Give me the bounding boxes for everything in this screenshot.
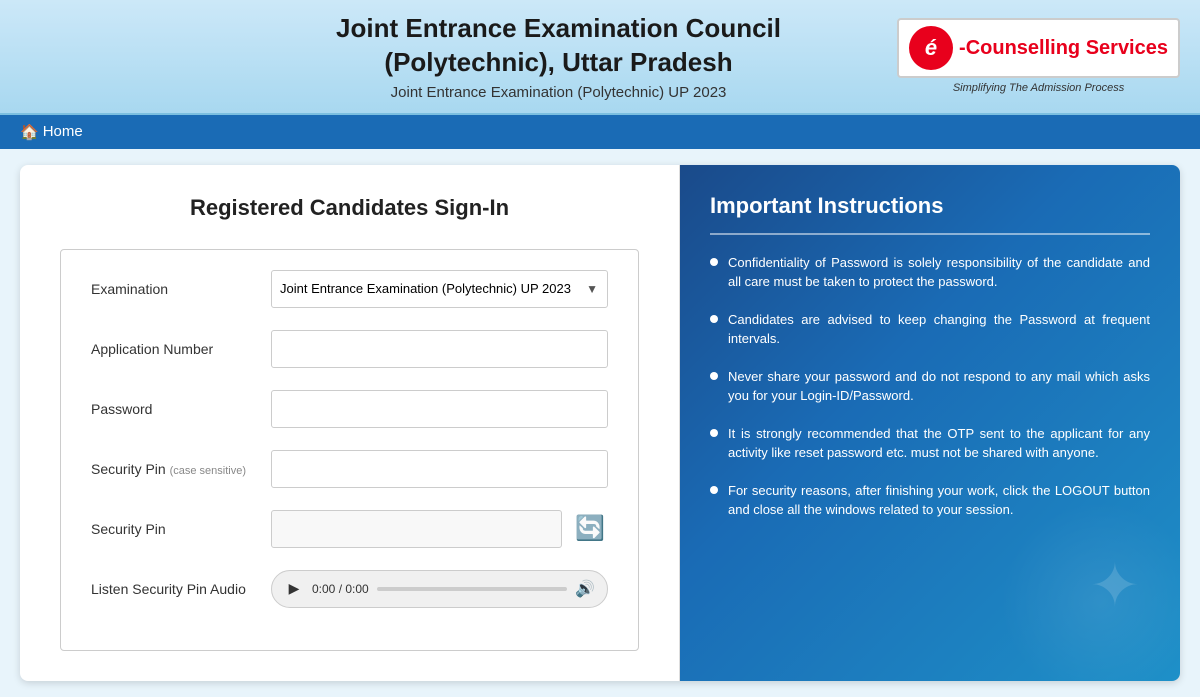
sparkle-decoration: ✦	[1090, 551, 1140, 621]
instructions-list: Confidentiality of Password is solely re…	[710, 253, 1150, 520]
security-pin-image-row: Security Pin 🔄	[91, 510, 608, 548]
application-number-input[interactable]	[271, 330, 608, 368]
instruction-item: Never share your password and do not res…	[710, 367, 1150, 406]
home-label: Home	[43, 123, 83, 140]
password-input[interactable]	[271, 390, 608, 428]
security-pin-input[interactable]	[271, 450, 608, 488]
subtitle: Joint Entrance Examination (Polytechnic)…	[220, 84, 897, 101]
header-title-block: Joint Entrance Examination Council (Poly…	[220, 12, 897, 101]
refresh-icon[interactable]: 🔄	[572, 511, 608, 547]
security-pin-input-row: Security Pin (case sensitive)	[91, 450, 608, 488]
volume-icon[interactable]: 🔊	[575, 579, 595, 599]
main-title: Joint Entrance Examination Council (Poly…	[220, 12, 897, 80]
logo-box: é -Counselling Services	[897, 18, 1180, 78]
signin-panel: Registered Candidates Sign-In Examinatio…	[20, 165, 680, 681]
application-number-row: Application Number	[91, 330, 608, 368]
audio-player: ▶ 0:00 / 0:00 🔊	[271, 570, 608, 608]
instructions-panel: Important Instructions Confidentiality o…	[680, 165, 1180, 681]
instruction-item: For security reasons, after finishing yo…	[710, 481, 1150, 520]
header: Joint Entrance Examination Council (Poly…	[0, 0, 1200, 115]
instruction-item: Confidentiality of Password is solely re…	[710, 253, 1150, 292]
signin-title: Registered Candidates Sign-In	[60, 195, 639, 221]
application-number-label: Application Number	[91, 341, 271, 357]
examination-select[interactable]: Joint Entrance Examination (Polytechnic)…	[271, 270, 608, 308]
nav-bar: 🏠 Home	[0, 115, 1200, 149]
audio-time: 0:00 / 0:00	[312, 582, 369, 596]
logo-icon: é	[909, 26, 953, 70]
listen-label: Listen Security Pin Audio	[91, 581, 271, 597]
home-icon: 🏠	[20, 123, 39, 141]
instruction-item: It is strongly recommended that the OTP …	[710, 424, 1150, 463]
home-link[interactable]: 🏠 Home	[20, 123, 83, 141]
header-logo: é -Counselling Services Simplifying The …	[897, 18, 1180, 94]
security-pin-image-label: Security Pin	[91, 521, 271, 537]
instructions-divider	[710, 233, 1150, 235]
bullet-icon	[710, 429, 718, 437]
instruction-item: Candidates are advised to keep changing …	[710, 310, 1150, 349]
audio-progress-bar[interactable]	[377, 587, 567, 591]
bullet-icon	[710, 258, 718, 266]
security-pin-label: Security Pin (case sensitive)	[91, 461, 271, 477]
password-label: Password	[91, 401, 271, 417]
examination-select-wrapper: Joint Entrance Examination (Polytechnic)…	[271, 270, 608, 308]
main-content: Registered Candidates Sign-In Examinatio…	[0, 149, 1200, 697]
bullet-icon	[710, 315, 718, 323]
examination-label: Examination	[91, 281, 271, 297]
security-pin-image-area: 🔄	[271, 510, 608, 548]
listen-audio-row: Listen Security Pin Audio ▶ 0:00 / 0:00 …	[91, 570, 608, 608]
case-note: (case sensitive)	[170, 465, 246, 477]
instructions-title: Important Instructions	[710, 193, 1150, 219]
form-inner: Examination Joint Entrance Examination (…	[60, 249, 639, 651]
password-row: Password	[91, 390, 608, 428]
form-card: Registered Candidates Sign-In Examinatio…	[20, 165, 1180, 681]
logo-subtext: Simplifying The Admission Process	[953, 82, 1124, 94]
play-button[interactable]: ▶	[284, 579, 304, 599]
examination-row: Examination Joint Entrance Examination (…	[91, 270, 608, 308]
bullet-icon	[710, 372, 718, 380]
logo-text: -Counselling Services	[959, 37, 1168, 60]
bullet-icon	[710, 486, 718, 494]
